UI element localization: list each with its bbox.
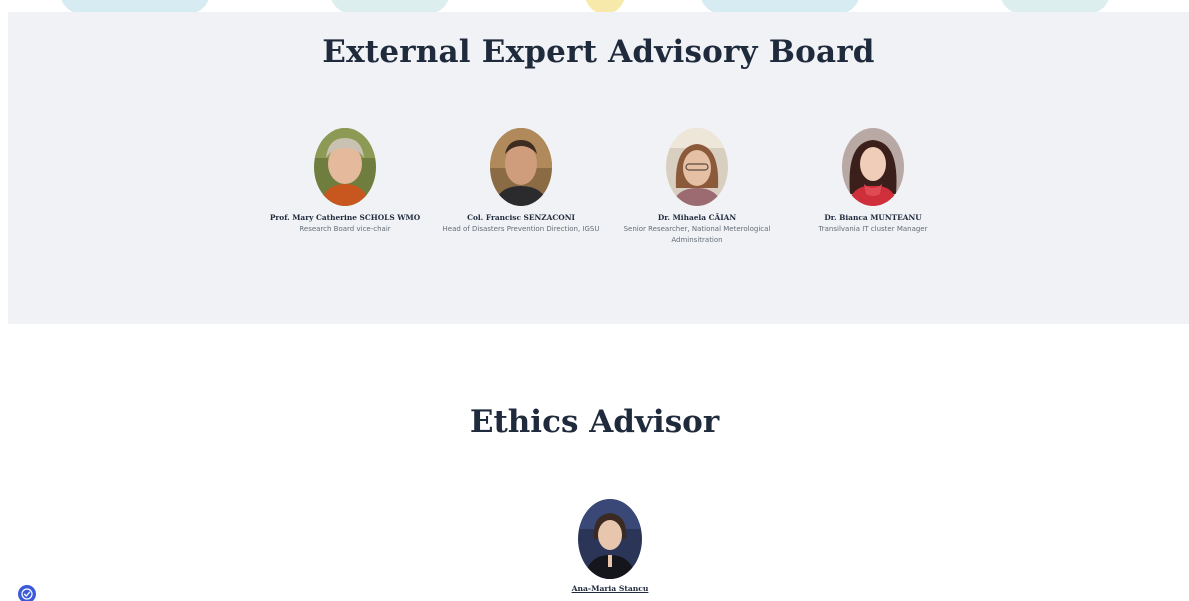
member-name: Col. Francisc SENZACONI	[467, 213, 575, 222]
member-photo	[314, 128, 376, 206]
ethics-advisor-name-link[interactable]: Ana-Maria Stancu	[530, 584, 690, 593]
background-decoration	[0, 0, 1189, 12]
board-member-card: Dr. Mihaela CĂIAN Senior Researcher, Nat…	[617, 128, 777, 246]
member-role: Head of Disasters Prevention Direction, …	[442, 225, 600, 233]
board-member-card: Col. Francisc SENZACONI Head of Disaster…	[441, 128, 601, 235]
member-photo	[578, 499, 642, 579]
member-name: Dr. Bianca MUNTEANU	[824, 213, 922, 222]
member-photo	[842, 128, 904, 206]
member-role: Senior Researcher, National Meterologica…	[623, 225, 771, 244]
board-member-card: Dr. Bianca MUNTEANU Transilvania IT clus…	[793, 128, 953, 235]
ethics-advisor-title: Ethics Advisor	[469, 404, 720, 440]
advisory-board-section: External Expert Advisory Board Prof. Mar…	[8, 12, 1189, 324]
advisory-board-title: External Expert Advisory Board	[322, 34, 875, 70]
member-name: Prof. Mary Catherine SCHOLS WMO	[269, 213, 421, 222]
member-photo	[490, 128, 552, 206]
ethics-advisor-card: Ana-Maria Stancu	[530, 499, 690, 593]
accessibility-icon	[21, 585, 33, 601]
member-photo	[666, 128, 728, 206]
member-role: Transilvania IT cluster Manager	[818, 225, 928, 233]
board-member-card: Prof. Mary Catherine SCHOLS WMO Research…	[265, 128, 425, 235]
member-name: Dr. Mihaela CĂIAN	[657, 213, 737, 222]
accessibility-button[interactable]	[18, 585, 36, 601]
member-role: Research Board vice-chair	[299, 225, 391, 233]
